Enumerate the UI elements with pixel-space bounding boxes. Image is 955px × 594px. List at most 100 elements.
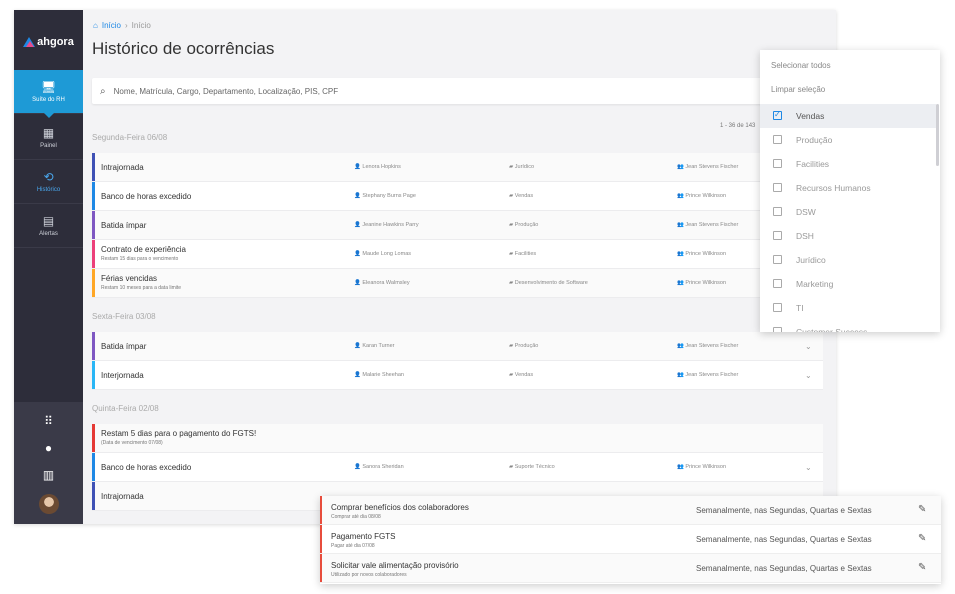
dropdown-option[interactable]: Jurídico (760, 248, 936, 272)
option-label: Recursos Humanos (796, 183, 871, 193)
occurrence-row[interactable]: Contrato de experiência Restam 15 dias pa… (92, 240, 823, 269)
row-title: Restam 5 dias para o pagamento do FGTS! (101, 429, 257, 438)
row-subtitle: Restam 15 dias para o vencimento (101, 256, 179, 262)
checkbox[interactable] (773, 183, 782, 192)
row-color-bar (92, 153, 95, 181)
occurrence-row[interactable]: Restam 5 dias para o pagamento do FGTS! (… (92, 424, 823, 453)
employee-name: Lenora Hopkins (362, 164, 401, 170)
chevron-down-icon[interactable]: ⌄ (805, 463, 812, 472)
document-icon: ▤ (42, 214, 55, 228)
logo-mark-icon (23, 37, 36, 47)
chevron-down-icon[interactable]: ⌄ (805, 371, 812, 380)
dropdown-option[interactable]: Customer Success (760, 320, 936, 332)
manager-name: Jean Stevens Fischer (685, 222, 739, 228)
checkbox[interactable] (773, 135, 782, 144)
manager-name: Prince Wilkinson (685, 193, 727, 199)
dropdown-option[interactable]: Vendas (760, 104, 936, 128)
edit-icon[interactable]: ✎ (918, 562, 926, 573)
manager-name: Prince Wilkinson (685, 464, 727, 470)
row-color-bar (92, 211, 95, 239)
row-employee: 👤 Karan Turner (354, 343, 395, 349)
edit-icon[interactable]: ✎ (918, 533, 926, 544)
avatar[interactable] (39, 494, 59, 514)
row-employee: 👤 Sanora Sheridan (354, 464, 404, 470)
occurrence-row[interactable]: Banco de horas excedido 👤 Stephany Burns … (92, 182, 823, 211)
row-department: ▰ Desenvolvimento de Software (509, 280, 588, 286)
department-name: Vendas (514, 193, 534, 199)
option-label: Vendas (796, 111, 825, 121)
row-title: Banco de horas excedido (101, 191, 192, 201)
row-manager: 👥 Prince Wilkinson (677, 193, 726, 199)
clear-selection-button[interactable]: Limpar seleção (771, 85, 825, 94)
dropdown-option[interactable]: DSH (760, 224, 936, 248)
checkbox[interactable] (773, 110, 782, 120)
breadcrumb-home-link[interactable]: Início (102, 21, 121, 30)
row-manager: 👥 Prince Wilkinson (677, 464, 726, 470)
task-title: Comprar benefícios dos colaboradores (331, 503, 469, 512)
search-input[interactable]: Nome, Matrícula, Cargo, Departamento, Lo… (114, 87, 339, 96)
dropdown-option[interactable]: TI (760, 296, 936, 320)
dropdown-option[interactable]: Facilities (760, 152, 936, 176)
sidebar-item-suite[interactable]: 🖥 Suíte do RH (14, 70, 83, 118)
day-header: Sexta-Feira 03/08 (92, 312, 156, 321)
occurrence-row[interactable]: Batida ímpar 👤 Karan Turner ▰ Produção 👥 Je… (92, 332, 823, 361)
checkbox[interactable] (773, 231, 782, 240)
row-color-bar (92, 240, 95, 268)
checkbox[interactable] (773, 255, 782, 264)
sidebar-bottom: ⠿ ● ▥ (14, 402, 83, 524)
row-manager: 👥 Jean Stevens Fischer (677, 222, 738, 228)
dropdown-option[interactable]: Produção (760, 128, 936, 152)
dropdown-option[interactable]: DSW (760, 200, 936, 224)
home-icon[interactable]: ⌂ (93, 21, 98, 30)
department-filter-dropdown: Selecionar todos Limpar seleção Vendas Pr… (760, 50, 940, 332)
row-employee: 👤 Lenora Hopkins (354, 164, 401, 170)
occurrence-row[interactable]: Batida ímpar 👤 Jeanine Hawkins Parry ▰ Pro… (92, 211, 823, 240)
apps-grid-icon[interactable]: ⠿ (14, 414, 83, 428)
employee-name: Karan Turner (362, 343, 395, 349)
sidebar-item-alertas[interactable]: ▤ Alertas (14, 204, 83, 248)
checkbox[interactable] (773, 327, 782, 332)
dropdown-scrollbar[interactable] (936, 104, 939, 166)
dropdown-option[interactable]: Recursos Humanos (760, 176, 936, 200)
breadcrumb-current: Início (131, 21, 151, 30)
row-color-bar (92, 453, 95, 481)
edit-icon[interactable]: ✎ (918, 504, 926, 515)
checkbox[interactable] (773, 303, 782, 312)
task-row[interactable]: Solicitar vale alimentação provisório Uti… (320, 554, 941, 583)
checkbox[interactable] (773, 279, 782, 288)
row-title: Intrajornada (101, 162, 144, 172)
occurrence-row[interactable]: Férias vencidas Restam 10 meses para a da… (92, 269, 823, 298)
row-title: Batida ímpar (101, 220, 147, 230)
checkbox[interactable] (773, 159, 782, 168)
row-department: ▰ Suporte Técnico (509, 464, 555, 470)
task-color-bar (320, 554, 322, 582)
sidebar-item-historico[interactable]: ⟲ Histórico (14, 160, 83, 204)
main-content: ⌂ Início › Início Histórico de ocorrênci… (83, 10, 836, 524)
checkbox[interactable] (773, 207, 782, 216)
row-department: ▰ Facilities (509, 251, 536, 257)
occurrence-row[interactable]: Interjornada 👤 Malarie Sheehan ▰ Vendas 👥 J… (92, 361, 823, 390)
option-label: Marketing (796, 279, 834, 289)
help-icon[interactable]: ● (14, 441, 83, 455)
dropdown-option[interactable]: Marketing (760, 272, 936, 296)
select-all-button[interactable]: Selecionar todos (771, 61, 831, 70)
row-color-bar (92, 182, 95, 210)
option-label: Produção (796, 135, 833, 145)
row-color-bar (92, 482, 95, 510)
occurrence-row[interactable]: Banco de horas excedido 👤 Sanora Sheridan… (92, 453, 823, 482)
chevron-down-icon[interactable]: ⌄ (805, 342, 812, 351)
task-row[interactable]: Comprar benefícios dos colaboradores Comp… (320, 496, 941, 525)
row-manager: 👥 Jean Stevens Fischer (677, 164, 738, 170)
occurrence-row[interactable]: Intrajornada 👤 Lenora Hopkins ▰ Jurídico 👥 … (92, 153, 823, 182)
employee-name: Maude Long Lomas (362, 251, 412, 257)
option-label: Jurídico (796, 255, 826, 265)
building-icon[interactable]: ▥ (14, 468, 83, 482)
sidebar-item-painel[interactable]: ▦ Painel (14, 116, 83, 160)
search-bar[interactable]: ⌕ Nome, Matrícula, Cargo, Departamento, … (92, 78, 832, 104)
option-label: TI (796, 303, 804, 313)
sidebar-item-label: Painel (40, 143, 57, 149)
row-manager: 👥 Jean Stevens Fischer (677, 343, 738, 349)
task-row[interactable]: Pagamento FGTS Pagar até dia 07/08 Semanal… (320, 525, 941, 554)
row-employee: 👤 Eleanora Walmsley (354, 280, 410, 286)
employee-name: Sanora Sheridan (362, 464, 404, 470)
